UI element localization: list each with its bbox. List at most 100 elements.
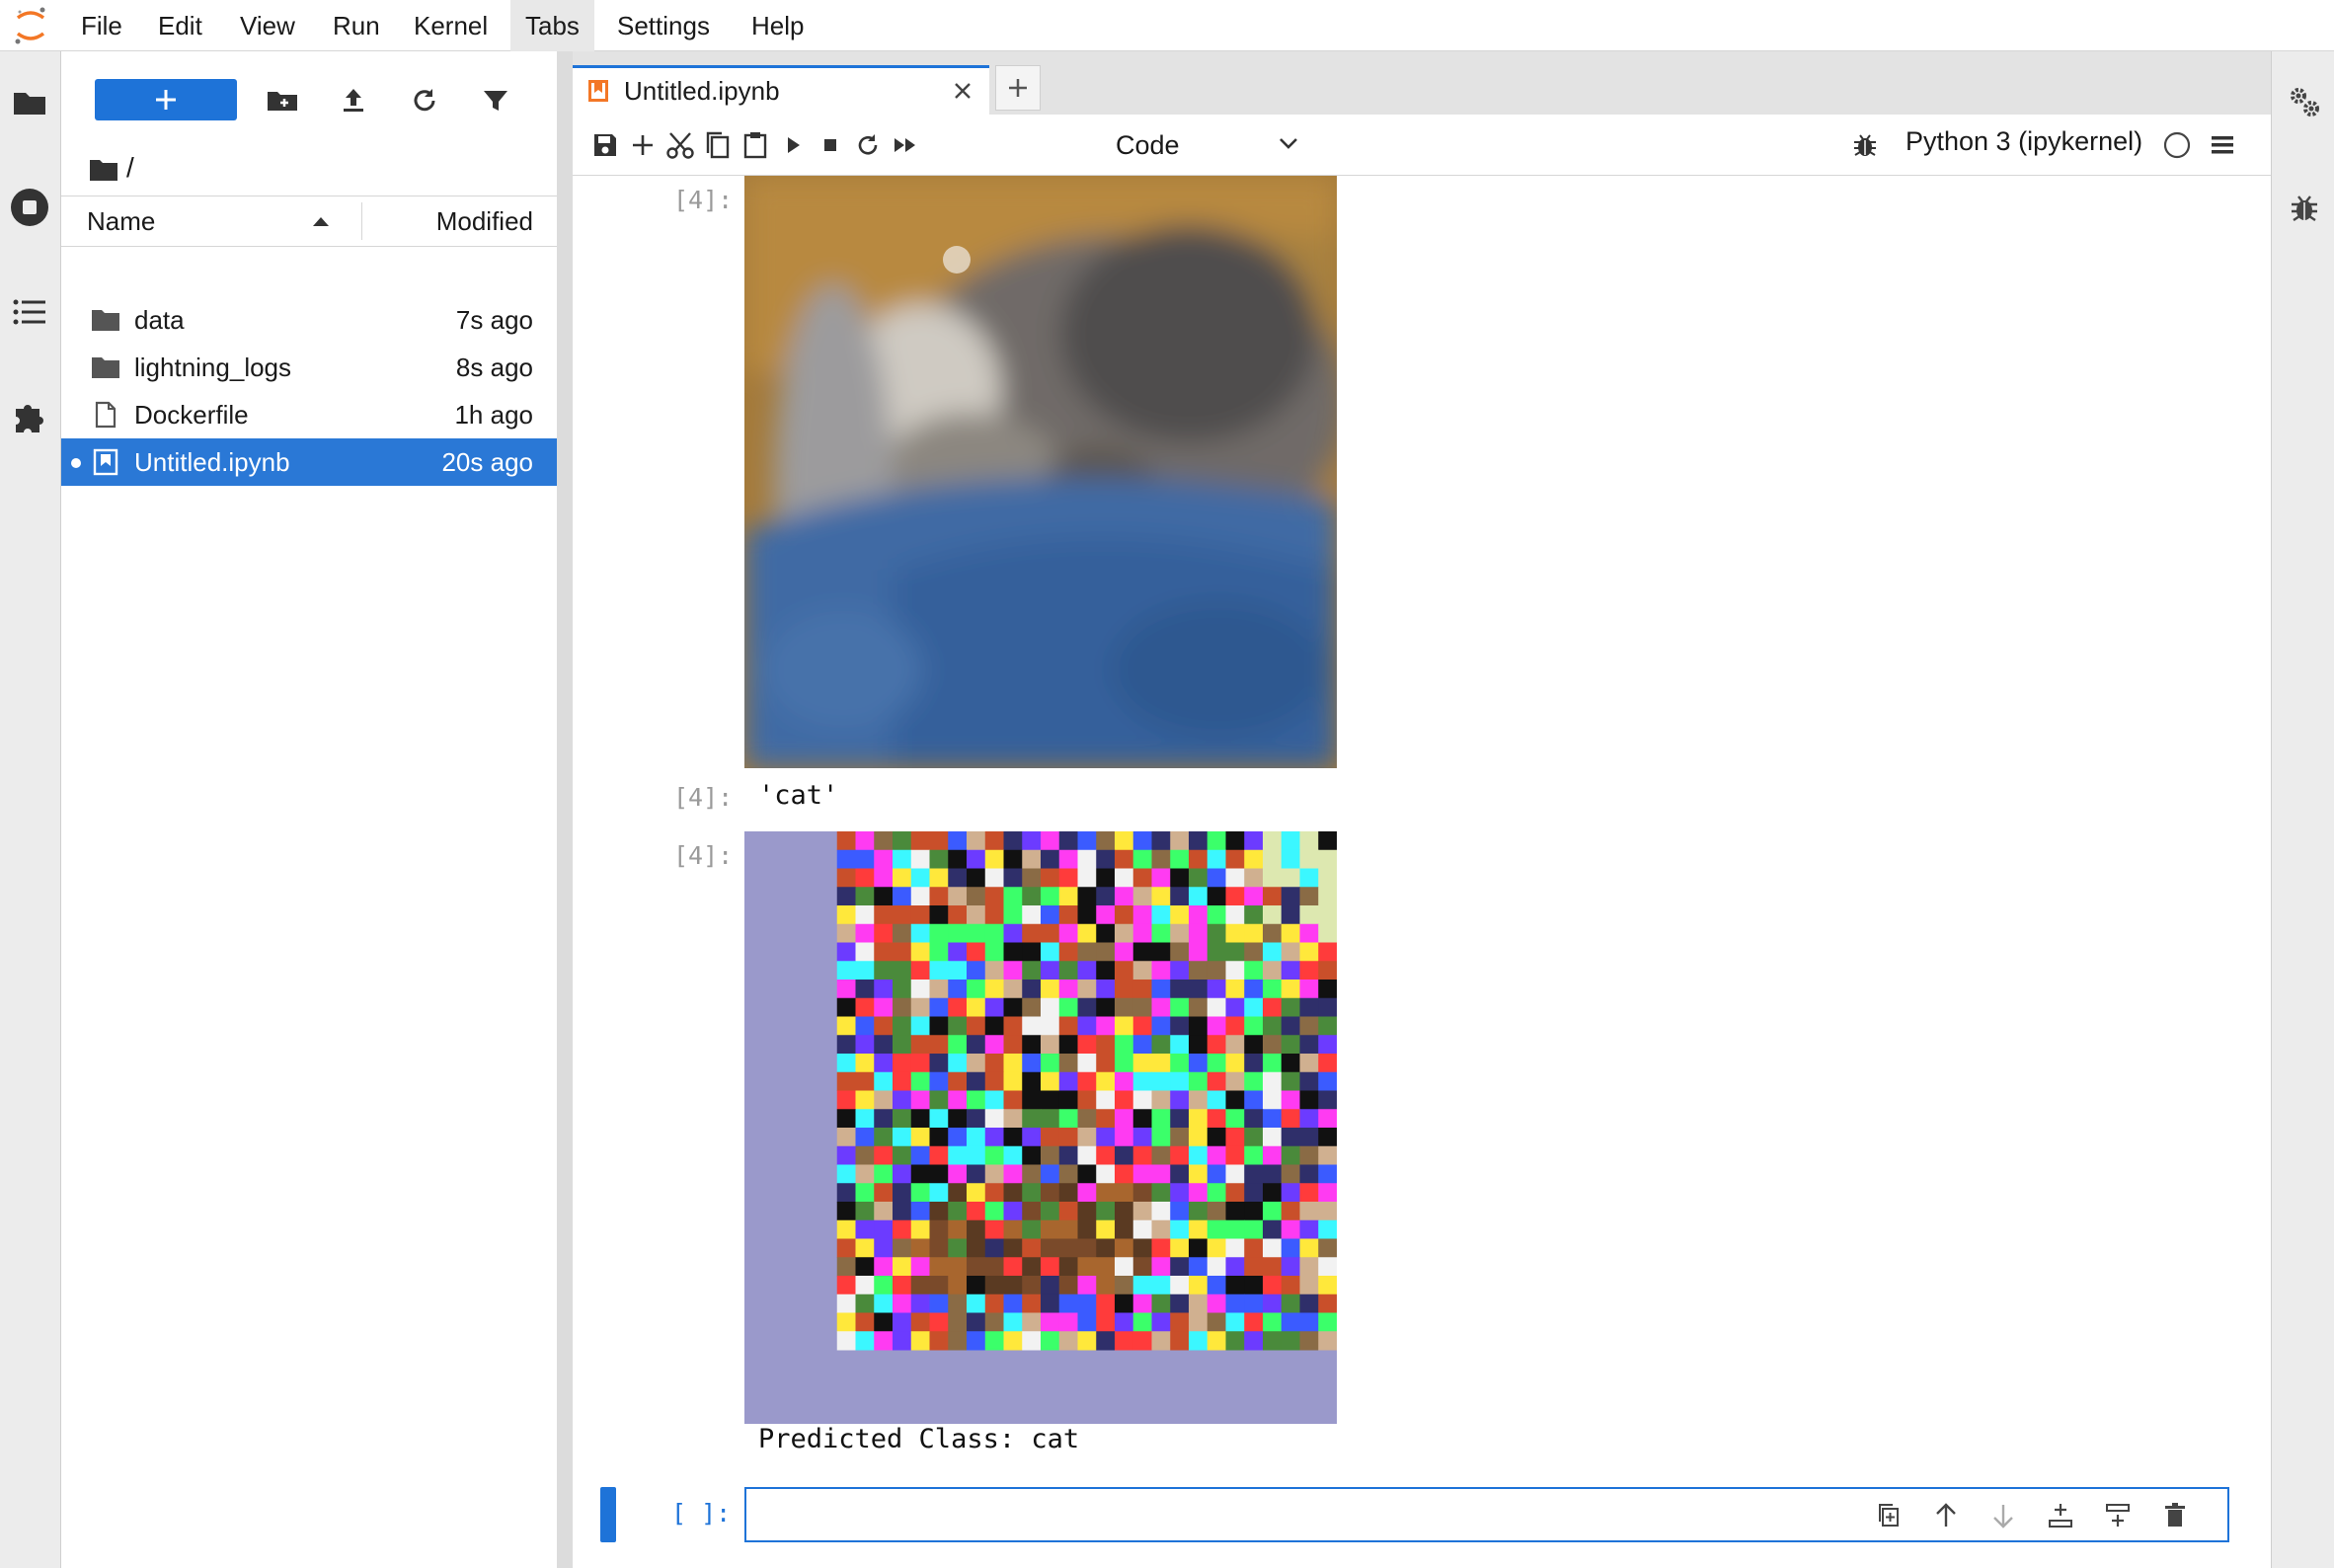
menu-settings[interactable]: Settings bbox=[617, 0, 710, 51]
kernel-name[interactable]: Python 3 (ipykernel) bbox=[1906, 126, 2142, 157]
noise-pixel bbox=[1058, 1312, 1078, 1332]
noise-pixel bbox=[1041, 849, 1060, 869]
column-header-name[interactable]: Name bbox=[87, 206, 155, 237]
file-row-untitled-ipynb[interactable]: Untitled.ipynb 20s ago bbox=[61, 438, 557, 486]
refresh-icon[interactable] bbox=[407, 83, 442, 118]
file-row-dockerfile[interactable]: Dockerfile 1h ago bbox=[61, 391, 557, 438]
noise-pixel bbox=[855, 1257, 875, 1277]
menu-file[interactable]: File bbox=[81, 0, 122, 51]
noise-pixel bbox=[855, 923, 875, 943]
file-browser-folder-icon[interactable] bbox=[8, 81, 51, 124]
noise-pixel bbox=[1151, 1276, 1171, 1295]
noise-pixel bbox=[1263, 831, 1283, 851]
noise-pixel bbox=[1244, 923, 1264, 943]
noise-pixel bbox=[1022, 1202, 1042, 1221]
noise-pixel bbox=[1189, 1164, 1208, 1184]
chevron-down-icon bbox=[1278, 134, 1299, 152]
new-launcher-button[interactable] bbox=[95, 79, 237, 120]
noise-pixel bbox=[855, 1238, 875, 1258]
noise-pixel bbox=[1077, 1238, 1097, 1258]
property-inspector-gears-icon[interactable] bbox=[2286, 83, 2323, 120]
debugger-bug-icon[interactable] bbox=[1850, 130, 1880, 160]
menu-edit[interactable]: Edit bbox=[158, 0, 202, 51]
noise-pixel bbox=[1022, 1090, 1042, 1110]
menu-tabs[interactable]: Tabs bbox=[510, 0, 594, 51]
noise-pixel bbox=[1263, 997, 1283, 1017]
output-image-cat bbox=[744, 176, 1337, 768]
noise-pixel bbox=[1132, 887, 1152, 906]
menu-kernel[interactable]: Kernel bbox=[414, 0, 488, 51]
column-header-modified[interactable]: Modified bbox=[436, 206, 533, 237]
noise-pixel bbox=[929, 849, 949, 869]
move-up-arrow-icon[interactable] bbox=[1931, 1501, 1961, 1530]
filter-icon[interactable] bbox=[478, 83, 513, 118]
noise-pixel bbox=[1058, 1294, 1078, 1313]
home-folder-icon[interactable] bbox=[89, 156, 118, 184]
noise-pixel bbox=[874, 868, 894, 888]
noise-pixel bbox=[855, 942, 875, 962]
panel-splitter[interactable] bbox=[557, 51, 573, 1568]
noise-pixel bbox=[1206, 1183, 1226, 1203]
noise-pixel bbox=[1281, 1128, 1300, 1147]
noise-pixel bbox=[836, 887, 856, 906]
restart-icon[interactable] bbox=[851, 128, 885, 162]
insert-cell-icon[interactable] bbox=[626, 128, 660, 162]
insert-below-icon[interactable] bbox=[2103, 1501, 2133, 1530]
noise-pixel bbox=[929, 905, 949, 925]
paste-icon[interactable] bbox=[739, 128, 772, 162]
noise-pixel bbox=[836, 1164, 856, 1184]
noise-pixel bbox=[967, 1071, 986, 1091]
input-prompt: [ ]: bbox=[671, 1499, 732, 1528]
noise-pixel bbox=[1132, 997, 1152, 1017]
cell-type-select[interactable]: Code bbox=[1116, 124, 1299, 164]
close-icon[interactable] bbox=[950, 78, 975, 104]
delete-cell-trash-icon[interactable] bbox=[2160, 1501, 2190, 1530]
noise-pixel bbox=[948, 1128, 968, 1147]
code-cell-input[interactable] bbox=[744, 1487, 2229, 1542]
noise-pixel bbox=[1058, 1071, 1078, 1091]
file-row-lightning-logs[interactable]: lightning_logs 8s ago bbox=[61, 344, 557, 391]
copy-icon[interactable] bbox=[701, 128, 735, 162]
noise-pixel bbox=[1189, 1276, 1208, 1295]
noise-pixel bbox=[1041, 1294, 1060, 1313]
insert-above-icon[interactable] bbox=[2046, 1501, 2075, 1530]
noise-pixel bbox=[1189, 1257, 1208, 1277]
duplicate-cell-icon[interactable] bbox=[1874, 1501, 1904, 1530]
noise-pixel bbox=[1096, 1276, 1116, 1295]
extensions-puzzle-icon[interactable] bbox=[8, 395, 51, 438]
noise-pixel bbox=[1206, 1054, 1226, 1073]
new-folder-icon[interactable] bbox=[265, 83, 300, 118]
save-icon[interactable] bbox=[588, 128, 622, 162]
debugger-bug-icon[interactable] bbox=[2286, 190, 2323, 227]
stop-icon[interactable] bbox=[814, 128, 847, 162]
upload-icon[interactable] bbox=[336, 83, 371, 118]
tab-untitled-ipynb[interactable]: Untitled.ipynb bbox=[573, 65, 989, 115]
noise-pixel bbox=[948, 1257, 968, 1277]
noise-pixel bbox=[1189, 1109, 1208, 1129]
noise-pixel bbox=[1189, 905, 1208, 925]
noise-pixel bbox=[1170, 1238, 1190, 1258]
running-sessions-stop-icon[interactable] bbox=[8, 186, 51, 229]
menu-view[interactable]: View bbox=[240, 0, 295, 51]
noise-pixel bbox=[855, 849, 875, 869]
new-tab-button[interactable] bbox=[995, 65, 1041, 111]
noise-pixel bbox=[910, 1035, 930, 1055]
kernel-idle-status-icon bbox=[2160, 128, 2194, 162]
noise-pixel bbox=[1299, 1312, 1319, 1332]
noise-pixel bbox=[1022, 887, 1042, 906]
table-of-contents-icon[interactable] bbox=[8, 290, 51, 334]
run-icon[interactable] bbox=[776, 128, 810, 162]
noise-pixel bbox=[1132, 1109, 1152, 1129]
file-row-data[interactable]: data 7s ago bbox=[61, 296, 557, 344]
noise-pixel bbox=[1170, 961, 1190, 980]
file-browser-toolbar bbox=[61, 51, 557, 150]
fast-forward-icon[interactable] bbox=[889, 128, 922, 162]
breadcrumb-root[interactable]: / bbox=[126, 152, 134, 184]
menu-help[interactable]: Help bbox=[751, 0, 804, 51]
column-divider[interactable] bbox=[361, 202, 362, 240]
move-down-arrow-icon[interactable] bbox=[1988, 1501, 2018, 1530]
menu-run[interactable]: Run bbox=[333, 0, 380, 51]
noise-pixel bbox=[1151, 1128, 1171, 1147]
cut-icon[interactable] bbox=[663, 128, 697, 162]
hamburger-menu-icon[interactable] bbox=[2206, 128, 2239, 162]
